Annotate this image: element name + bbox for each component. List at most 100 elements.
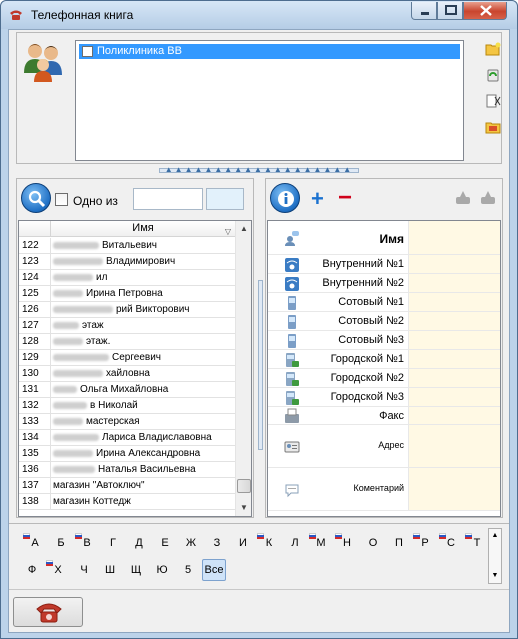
alphabet-letter[interactable]: Ф bbox=[20, 559, 44, 581]
detail-label: Факс bbox=[379, 410, 404, 422]
detail-value[interactable] bbox=[408, 255, 500, 273]
row-name-text: Ирина Петровна bbox=[86, 288, 163, 299]
alphabet-letter[interactable]: Г bbox=[101, 532, 125, 554]
scroll-up-icon[interactable]: ▲ bbox=[236, 221, 251, 237]
table-row[interactable]: 131 Ольга Михайловна bbox=[19, 382, 235, 398]
call-button[interactable] bbox=[13, 597, 83, 627]
table-scrollbar[interactable]: ▲ ▼ bbox=[235, 221, 251, 516]
table-row[interactable]: 123 Владимирович bbox=[19, 254, 235, 270]
alphabet-letter[interactable]: В bbox=[75, 532, 99, 554]
table-row[interactable]: 125 Ирина Петровна bbox=[19, 286, 235, 302]
contacts-table[interactable]: Имя ▽ 122 Витальевич 123 Владимирович 124 ил 12… bbox=[18, 220, 252, 517]
export-icon[interactable] bbox=[455, 189, 471, 205]
alphabet-letter[interactable]: П bbox=[387, 532, 411, 554]
phone-icon bbox=[36, 603, 62, 623]
scroll-down-icon[interactable]: ▼ bbox=[489, 571, 501, 581]
alphabet-letter[interactable]: И bbox=[231, 532, 255, 554]
remove-contact-button[interactable]: − bbox=[338, 184, 352, 212]
detail-value[interactable] bbox=[408, 425, 500, 467]
alphabet-letter[interactable]: Все bbox=[202, 559, 226, 581]
alphabet-letter[interactable]: Б bbox=[49, 532, 73, 554]
table-row[interactable]: 135 Ирина Александровна bbox=[19, 446, 235, 462]
alphabet-letter[interactable]: Ж bbox=[179, 532, 203, 554]
new-folder-icon[interactable] bbox=[485, 41, 501, 57]
name-column-header[interactable]: Имя ▽ bbox=[51, 221, 235, 237]
alphabet-letter[interactable]: Н bbox=[335, 532, 359, 554]
search-button[interactable] bbox=[21, 183, 51, 213]
search-input[interactable] bbox=[133, 188, 203, 210]
alphabet-letter[interactable]: Е bbox=[153, 532, 177, 554]
detail-value[interactable] bbox=[408, 407, 500, 424]
table-row[interactable]: 126 рий Викторович bbox=[19, 302, 235, 318]
table-row[interactable]: 130 хайловна bbox=[19, 366, 235, 382]
detail-value[interactable] bbox=[408, 468, 500, 510]
group-checkbox[interactable] bbox=[82, 46, 93, 57]
alphabet-letter[interactable]: Т bbox=[465, 532, 489, 554]
alphabet-letter[interactable]: А bbox=[23, 532, 47, 554]
redacted-text bbox=[53, 449, 93, 457]
scroll-thumb[interactable] bbox=[237, 479, 251, 493]
refresh-icon[interactable] bbox=[485, 67, 501, 83]
detail-value[interactable] bbox=[408, 274, 500, 292]
close-button[interactable] bbox=[463, 2, 507, 20]
detail-label: Адрес bbox=[378, 440, 404, 450]
cut-icon[interactable] bbox=[485, 93, 501, 109]
detail-value[interactable] bbox=[408, 350, 500, 368]
table-row[interactable]: 128 этаж. bbox=[19, 334, 235, 350]
add-contact-button[interactable]: + bbox=[311, 186, 324, 212]
title-bar[interactable]: Телефонная книга bbox=[1, 1, 517, 29]
alphabet-letter[interactable]: Щ bbox=[124, 559, 148, 581]
scroll-up-icon[interactable]: ▲ bbox=[489, 531, 501, 541]
table-row[interactable]: 127 этаж bbox=[19, 318, 235, 334]
vertical-splitter[interactable] bbox=[258, 280, 263, 450]
table-row[interactable]: 134 Лариса Владиславовна bbox=[19, 430, 235, 446]
table-row[interactable]: 137 магазин "Автоключ" bbox=[19, 478, 235, 494]
properties-folder-icon[interactable] bbox=[485, 119, 501, 135]
table-row[interactable]: 132 в Николай bbox=[19, 398, 235, 414]
detail-value[interactable] bbox=[408, 369, 500, 387]
detail-value[interactable] bbox=[408, 388, 500, 406]
alphabet-letter[interactable]: О bbox=[361, 532, 385, 554]
alphabet-letter[interactable]: М bbox=[309, 532, 333, 554]
alphabet-letter[interactable]: Ч bbox=[72, 559, 96, 581]
detail-value[interactable] bbox=[408, 312, 500, 330]
alphabet-letter[interactable]: Р bbox=[413, 532, 437, 554]
alphabet-letter[interactable]: З bbox=[205, 532, 229, 554]
alphabet-letter[interactable]: Х bbox=[46, 559, 70, 581]
group-item[interactable]: Поликлиника ВВ bbox=[79, 44, 460, 59]
import-icon[interactable] bbox=[480, 189, 496, 205]
groups-list[interactable]: Поликлиника ВВ bbox=[75, 40, 464, 161]
alphabet-letter[interactable]: Ю bbox=[150, 559, 174, 581]
maximize-button[interactable] bbox=[437, 2, 463, 20]
alphabet-letter[interactable]: 5 bbox=[176, 559, 200, 581]
phone-icon bbox=[10, 10, 22, 20]
table-row[interactable]: 129 Сергеевич bbox=[19, 350, 235, 366]
filter-icon[interactable]: ▽ bbox=[225, 224, 231, 239]
alphabet-letter[interactable]: С bbox=[439, 532, 463, 554]
detail-value[interactable] bbox=[408, 331, 500, 349]
alphabet-letter[interactable]: К bbox=[257, 532, 281, 554]
table-row[interactable]: 136 Наталья Васильевна bbox=[19, 462, 235, 478]
detail-value[interactable] bbox=[408, 293, 500, 311]
alphabet-letter[interactable]: Ш bbox=[98, 559, 122, 581]
minimize-icon bbox=[421, 12, 429, 15]
alphabet-letter[interactable]: Д bbox=[127, 532, 151, 554]
one-of-checkbox[interactable] bbox=[55, 193, 68, 206]
secondary-search-input[interactable] bbox=[206, 188, 244, 210]
redacted-text bbox=[53, 401, 87, 409]
table-row[interactable]: 122 Витальевич bbox=[19, 238, 235, 254]
detail-value[interactable] bbox=[408, 221, 500, 254]
user-speech-icon bbox=[285, 231, 299, 246]
table-row[interactable]: 138 магазин Коттедж bbox=[19, 494, 235, 510]
table-row[interactable]: 124 ил bbox=[19, 270, 235, 286]
info-button[interactable] bbox=[270, 183, 300, 213]
table-row[interactable]: 133 мастерская bbox=[19, 414, 235, 430]
alphabet-letter[interactable]: Л bbox=[283, 532, 307, 554]
minimize-button[interactable] bbox=[411, 2, 437, 20]
scroll-down-icon[interactable]: ▼ bbox=[236, 500, 251, 516]
row-name: в Николай bbox=[53, 398, 138, 413]
horizontal-splitter[interactable]: ▲▲▲▲▲▲▲▲▲▲▲▲▲▲▲▲▲▲▲ bbox=[159, 165, 359, 174]
address-card-icon bbox=[284, 441, 300, 453]
alphabet-scrollbar[interactable]: ▲ ▼ bbox=[488, 528, 502, 584]
row-name-text: этаж bbox=[82, 320, 104, 331]
